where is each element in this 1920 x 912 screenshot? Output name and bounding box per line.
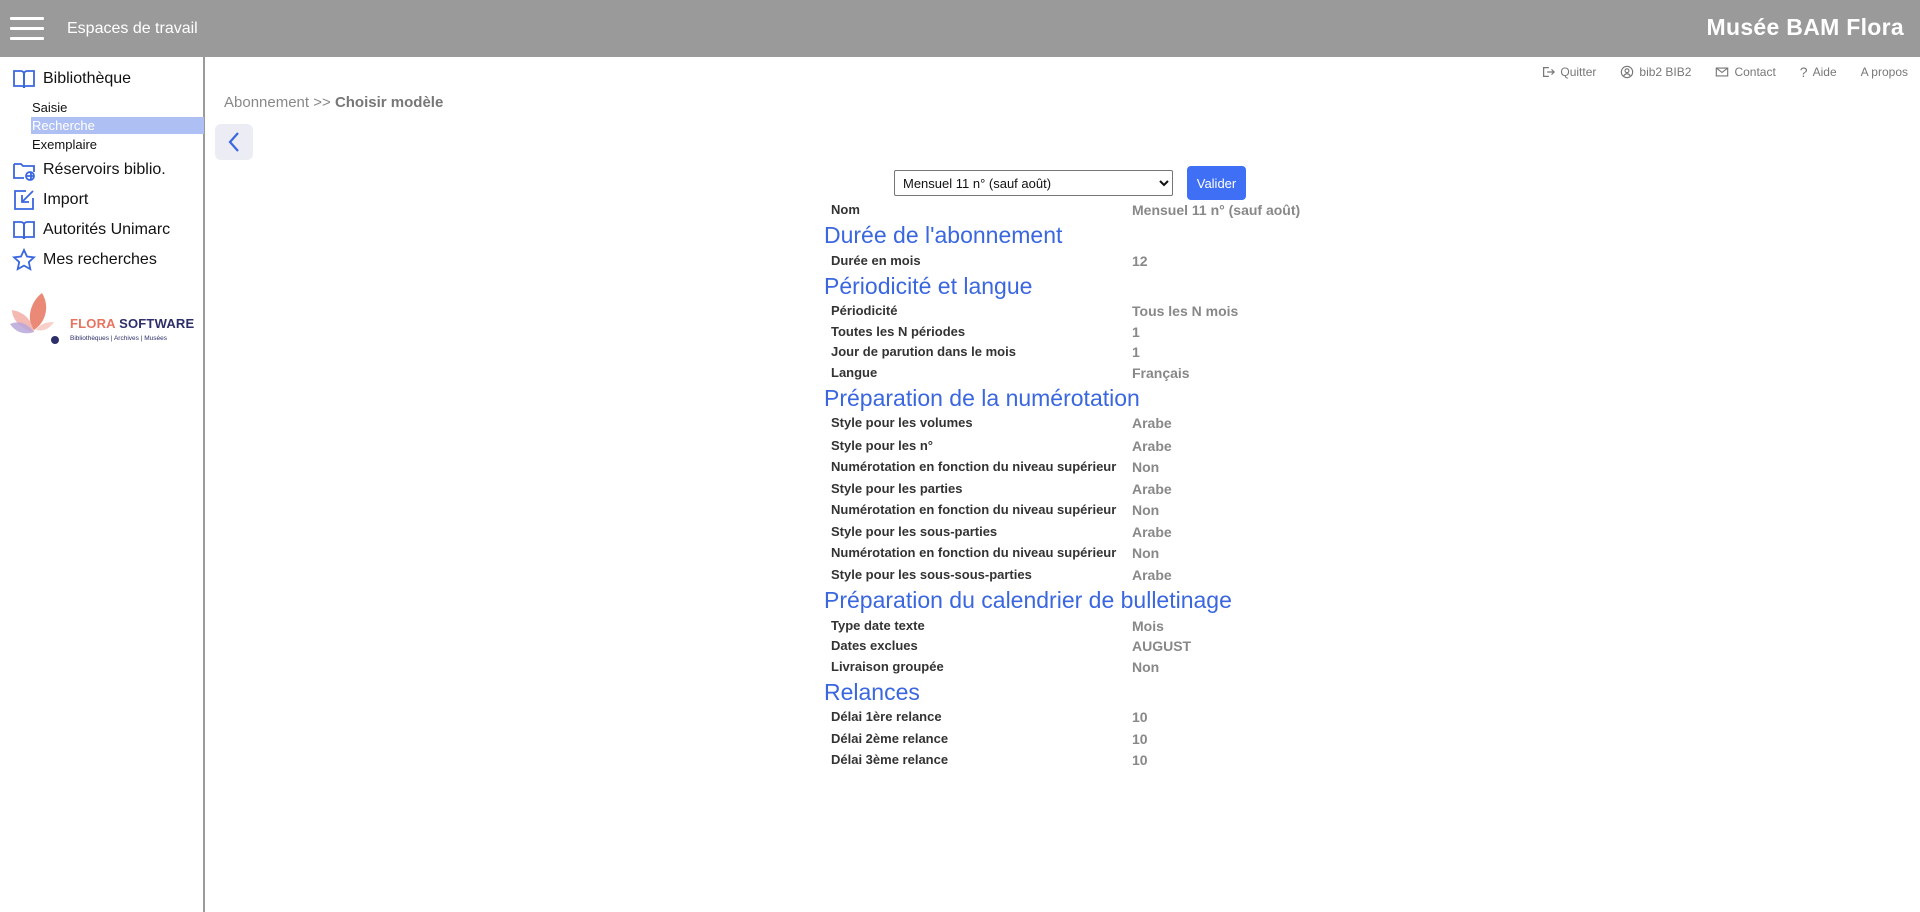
chevron-left-icon	[228, 132, 239, 152]
section-title: Périodicité et langue	[824, 273, 1033, 299]
field-value: Non	[1132, 545, 1160, 561]
nom-label: Nom	[831, 202, 860, 217]
top-links: Quitter bib2 BIB2 Contact ? Aide A propo…	[1517, 64, 1908, 80]
contact-label: Contact	[1734, 65, 1776, 79]
section-title: Préparation de la numérotation	[824, 385, 1140, 411]
folder-globe-icon	[13, 163, 35, 181]
logo-tagline: Bibliothèques | Archives | Musées	[70, 335, 167, 342]
breadcrumb: Abonnement >> Choisir modèle	[224, 94, 443, 111]
field-label: Style pour les n°	[831, 438, 934, 453]
sidebar-item-reservoirs[interactable]: Réservoirs biblio.	[12, 157, 166, 183]
field-label: Périodicité	[831, 303, 898, 318]
section-title: Durée de l'abonnement	[824, 222, 1063, 248]
sidebar-item-label: Mes recherches	[43, 251, 157, 268]
quit-link[interactable]: Quitter	[1541, 64, 1596, 80]
user-circle-icon	[1621, 65, 1634, 79]
menu-icon[interactable]	[10, 17, 44, 41]
field-value: Arabe	[1132, 567, 1172, 583]
logout-icon	[1543, 67, 1556, 77]
model-select[interactable]: Mensuel 11 n° (sauf août)	[894, 170, 1173, 196]
sidebar-item-bibliotheque[interactable]: Bibliothèque	[12, 66, 131, 92]
section-title: Préparation du calendrier de bulletinage	[824, 587, 1232, 613]
field-value: 12	[1132, 253, 1148, 269]
sidebar-item-label: Réservoirs biblio.	[43, 161, 166, 178]
section-title: Relances	[824, 679, 920, 705]
field-label: Délai 1ère relance	[831, 709, 942, 724]
about-label: A propos	[1860, 65, 1908, 79]
workspaces-label[interactable]: Espaces de travail	[67, 20, 198, 38]
field-value: 10	[1132, 752, 1148, 768]
star-icon	[12, 248, 36, 271]
breadcrumb-current: Choisir modèle	[334, 94, 444, 111]
sidebar-item-label: Autorités Unimarc	[43, 221, 171, 238]
top-bar: Espaces de travail Musée BAM Flora	[0, 0, 1920, 57]
field-value: 10	[1132, 731, 1148, 747]
field-label: Livraison groupée	[831, 659, 944, 674]
breadcrumb-parent[interactable]: Abonnement >>	[224, 94, 331, 111]
field-label: Style pour les parties	[831, 481, 963, 496]
book-open-icon	[13, 221, 35, 240]
mail-icon	[1716, 67, 1729, 77]
about-link[interactable]: A propos	[1861, 64, 1908, 80]
field-value: Mois	[1132, 618, 1164, 634]
field-label: Style pour les sous-parties	[831, 524, 998, 539]
user-link[interactable]: bib2 BIB2	[1620, 64, 1691, 80]
help-label: Aide	[1812, 65, 1837, 79]
field-value: Arabe	[1132, 415, 1172, 431]
field-label: Délai 3ème relance	[831, 752, 949, 767]
field-value: AUGUST	[1132, 638, 1192, 654]
field-label: Type date texte	[831, 618, 925, 633]
field-value: Tous les N mois	[1132, 303, 1239, 319]
book-open-icon	[13, 70, 35, 89]
validate-button[interactable]: Valider	[1187, 166, 1246, 200]
logo-brand: FLORA SOFTWARE	[70, 316, 195, 331]
app-title: Musée BAM Flora	[1706, 14, 1904, 40]
sidebar-subitem-exemplaire[interactable]: Exemplaire	[31, 136, 204, 153]
nom-value: Mensuel 11 n° (sauf août)	[1132, 202, 1301, 218]
field-value: 10	[1132, 709, 1148, 725]
field-label: Numérotation en fonction du niveau supér…	[831, 502, 1117, 517]
field-value: 1	[1132, 324, 1140, 340]
field-label: Dates exclues	[831, 638, 918, 653]
field-value: Arabe	[1132, 481, 1172, 497]
help-link[interactable]: ? Aide	[1800, 64, 1837, 80]
field-label: Style pour les volumes	[831, 415, 973, 430]
back-button[interactable]	[215, 124, 253, 160]
question-icon: ?	[1799, 64, 1808, 80]
sidebar: Bibliothèque Saisie Recherche Exemplaire…	[0, 57, 205, 912]
field-value: Non	[1132, 459, 1160, 475]
field-label: Durée en mois	[831, 253, 921, 268]
import-arrow-icon	[14, 190, 34, 210]
field-label: Toutes les N périodes	[831, 324, 966, 339]
field-value: Français	[1132, 365, 1190, 381]
field-value: 1	[1132, 344, 1140, 360]
user-label: bib2 BIB2	[1639, 65, 1692, 79]
flora-flower-icon	[10, 293, 59, 344]
field-label: Numérotation en fonction du niveau supér…	[831, 545, 1117, 560]
field-label: Numérotation en fonction du niveau supér…	[831, 459, 1117, 474]
sidebar-subitem-recherche[interactable]: Recherche	[31, 117, 204, 134]
field-label: Langue	[831, 365, 878, 380]
sidebar-item-autorites[interactable]: Autorités Unimarc	[12, 217, 170, 243]
sidebar-item-mes-recherches[interactable]: Mes recherches	[12, 247, 157, 273]
field-value: Non	[1132, 502, 1160, 518]
field-value: Arabe	[1132, 438, 1172, 454]
sidebar-item-import[interactable]: Import	[12, 187, 88, 213]
quit-label: Quitter	[1560, 65, 1597, 79]
field-value: Non	[1132, 659, 1160, 675]
sidebar-item-label: Bibliothèque	[43, 70, 132, 87]
field-label: Style pour les sous-sous-parties	[831, 567, 1032, 582]
field-label: Jour de parution dans le mois	[831, 344, 1016, 359]
sidebar-subitem-saisie[interactable]: Saisie	[31, 99, 204, 116]
contact-link[interactable]: Contact	[1715, 64, 1776, 80]
sidebar-item-label: Import	[43, 191, 89, 208]
flora-software-logo: FLORA SOFTWARE Bibliothèques | Archives …	[10, 290, 200, 350]
field-value: Arabe	[1132, 524, 1172, 540]
field-label: Délai 2ème relance	[831, 731, 949, 746]
